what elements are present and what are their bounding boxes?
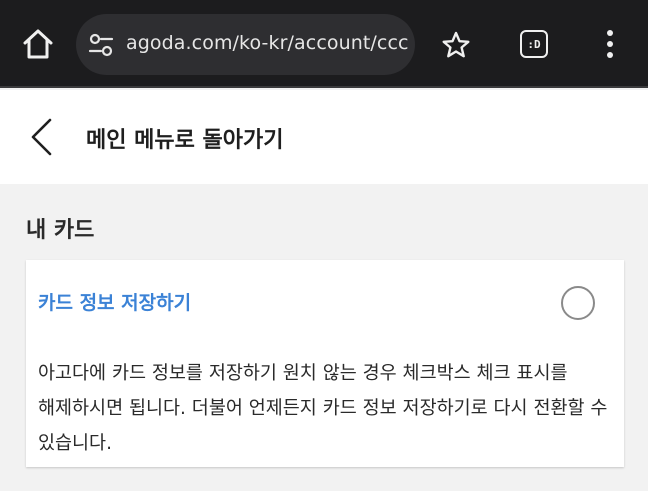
save-card-checkbox[interactable] bbox=[561, 286, 595, 320]
browser-toolbar: agoda.com/ko-kr/account/ccc :D bbox=[0, 0, 648, 88]
save-card-description: 아고다에 카드 정보를 저장하기 원치 않는 경우 체크박스 체크 표시를 해제… bbox=[38, 363, 608, 454]
address-bar[interactable]: agoda.com/ko-kr/account/ccc bbox=[76, 14, 415, 75]
home-icon[interactable] bbox=[20, 26, 56, 62]
save-card-info-panel: 카드 정보 저장하기 아고다에 카드 정보를 저장하기 원치 않는 경우 체크박… bbox=[26, 260, 624, 467]
more-vert-icon[interactable] bbox=[600, 28, 620, 60]
page-header: 메인 메뉴로 돌아가기 bbox=[0, 90, 648, 184]
tune-icon[interactable] bbox=[88, 33, 114, 57]
save-card-option-label[interactable]: 카드 정보 저장하기 bbox=[38, 288, 191, 315]
back-to-main-menu-link[interactable]: 메인 메뉴로 돌아가기 bbox=[86, 122, 283, 154]
url-text[interactable]: agoda.com/ko-kr/account/ccc bbox=[126, 32, 409, 54]
star-icon[interactable] bbox=[441, 30, 471, 60]
chevron-left-icon[interactable] bbox=[22, 114, 58, 160]
tab-switcher-icon[interactable]: :D bbox=[520, 30, 548, 58]
section-title: 내 카드 bbox=[26, 218, 95, 243]
